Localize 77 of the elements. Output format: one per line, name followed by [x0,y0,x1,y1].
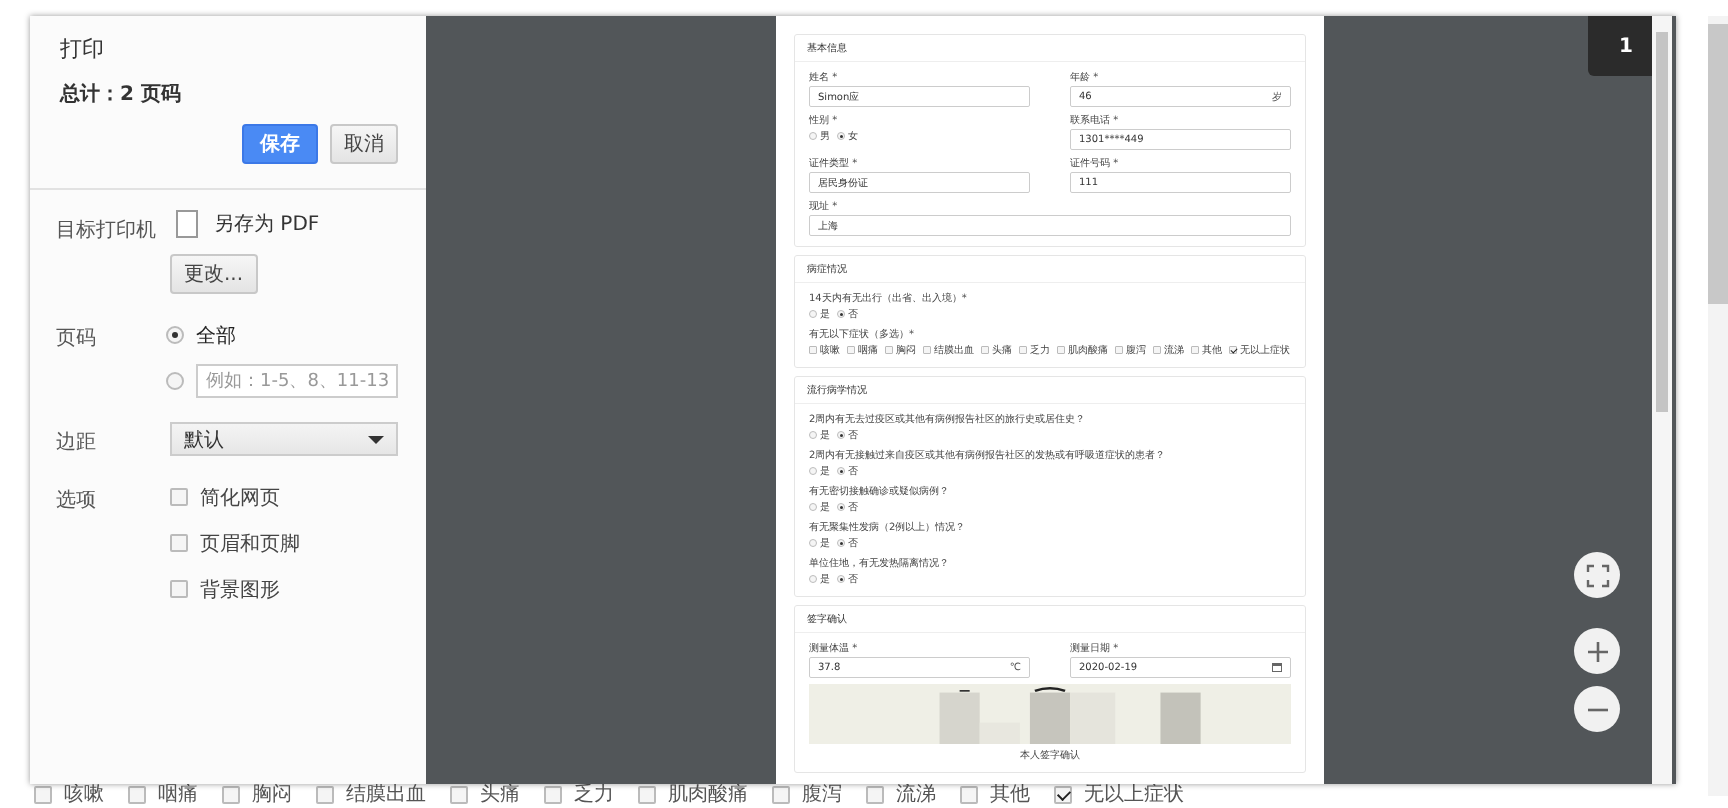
option-label: 全部 [196,323,236,349]
checkbox[interactable] [34,786,52,804]
checkbox[interactable] [885,346,893,354]
checkbox[interactable] [222,786,240,804]
checkbox[interactable] [960,786,978,804]
checkbox[interactable] [1019,346,1027,354]
document-icon [176,210,198,238]
option-label: 胸闷 [252,783,292,807]
checkbox[interactable] [866,786,884,804]
radio-button[interactable] [809,310,817,318]
radio-button[interactable] [809,431,817,439]
setting-label: 边距 [56,429,98,456]
radio-button[interactable] [837,310,845,318]
radio-button[interactable] [809,503,817,511]
zoom-in-button[interactable] [1574,628,1620,674]
setting-label: 选项 [56,487,98,516]
option-label: 乏力 [574,783,614,807]
checkbox[interactable] [544,786,562,804]
checkbox[interactable] [1153,346,1161,354]
option-label: 肌肉酸痛 [668,783,748,807]
option-label: 结膜出血 [346,783,426,807]
cancel-button[interactable]: 取消 [330,124,398,164]
checkbox[interactable] [1054,786,1072,804]
radio-button[interactable] [166,372,184,390]
checkbox[interactable] [847,346,855,354]
checkbox[interactable] [1191,346,1199,354]
option-label: 咳嗽 [64,783,104,807]
checkbox[interactable] [638,786,656,804]
checkbox[interactable] [809,346,817,354]
caret-icon [368,435,384,443]
checkbox[interactable] [772,786,790,804]
checkbox[interactable] [170,534,188,552]
radio-button[interactable] [837,132,845,140]
radio-button[interactable] [837,467,845,475]
calendar-icon [1272,663,1282,672]
setting-label: 目标打印机 [56,217,158,246]
margin-dropdown[interactable]: 默认 [170,422,398,456]
page-range-field[interactable]: 例如：1-5、8、11-13 [196,364,398,398]
radio-button[interactable] [809,539,817,547]
checkbox[interactable] [450,786,468,804]
checkbox[interactable] [1229,346,1237,354]
setting-label: 页码 [56,326,98,354]
scrollbar[interactable] [1708,16,1728,796]
change-button[interactable]: 更改... [170,254,258,294]
scrollbar[interactable] [1652,16,1672,784]
fit-to-page-button[interactable] [1574,552,1620,598]
checkbox[interactable] [170,580,188,598]
radio-button[interactable] [837,539,845,547]
radio-button[interactable] [809,467,817,475]
checkbox[interactable] [170,488,188,506]
radio-button[interactable] [837,575,845,583]
dialog-title: 打印 [60,34,106,64]
checkbox[interactable] [316,786,334,804]
zoom-out-button[interactable] [1574,686,1620,732]
option-label: 简化网页 [200,485,280,511]
option-label: 咽痛 [158,783,198,807]
fit-icon [1585,563,1609,587]
printer-name: 另存为 PDF [214,211,320,238]
page-count: 总计：2 页码 [60,81,183,108]
option-label: 流涕 [896,783,936,807]
option-label: 头痛 [480,783,520,807]
radio-button[interactable] [809,132,817,140]
checkbox[interactable] [923,346,931,354]
option-label: 背景图形 [200,577,280,603]
plus-icon [1585,639,1609,663]
option-label: 其他 [990,783,1030,807]
radio-button[interactable] [166,326,184,344]
option-label: 无以上症状 [1084,783,1184,807]
radio-button[interactable] [837,503,845,511]
checkbox[interactable] [128,786,146,804]
radio-button[interactable] [809,575,817,583]
option-label: 页眉和页脚 [200,531,300,557]
checkbox[interactable] [1115,346,1123,354]
checkbox[interactable] [981,346,989,354]
option-label: 腹泻 [802,783,842,807]
radio-button[interactable] [837,431,845,439]
checkbox[interactable] [1057,346,1065,354]
